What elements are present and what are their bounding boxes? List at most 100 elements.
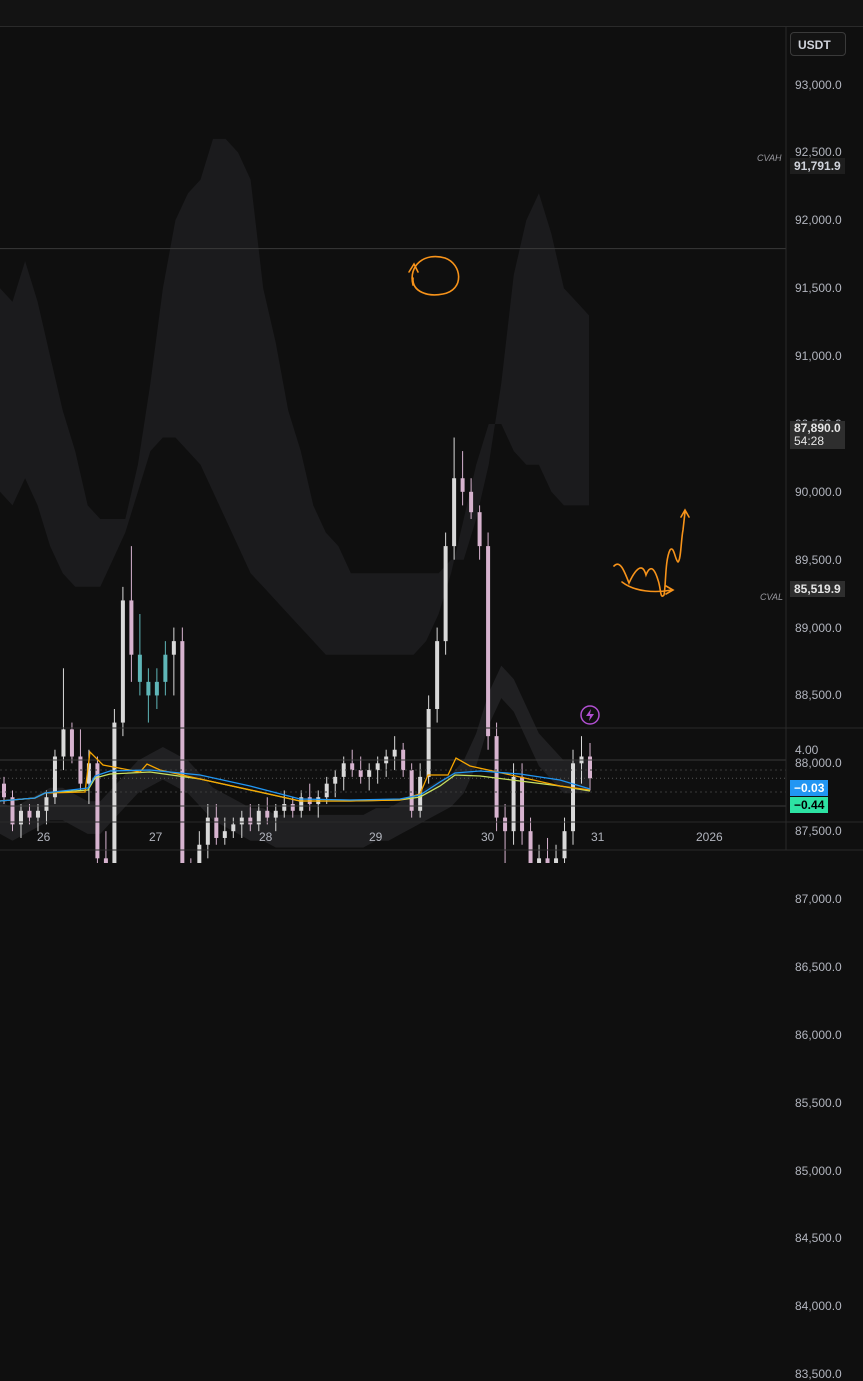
last-price-badge: 87,890.0 54:28: [790, 421, 845, 449]
candle-body: [562, 831, 567, 859]
candle-body: [239, 817, 244, 825]
lightning-icon[interactable]: [578, 703, 602, 727]
candle: [129, 546, 134, 682]
candle: [61, 668, 66, 771]
price-chart[interactable]: [0, 0, 863, 863]
candle: [350, 749, 355, 777]
time-tick-label: 27: [149, 830, 163, 844]
candle-body: [61, 729, 66, 757]
candle: [112, 709, 117, 863]
countdown-value: 54:28: [794, 434, 825, 448]
candle-body: [180, 641, 185, 863]
candle: [537, 844, 542, 863]
candle-body: [477, 512, 482, 547]
oscillator-green-badge: −0.44: [790, 797, 829, 813]
candle: [341, 756, 346, 791]
candle: [435, 627, 440, 723]
price-tick-label: 89,000.0: [795, 620, 842, 635]
candle-body: [163, 654, 168, 682]
candle-body: [103, 858, 108, 863]
candle: [571, 749, 576, 845]
time-tick-label: 31: [591, 830, 605, 844]
upper-band: [0, 138, 589, 655]
candle-body: [333, 776, 338, 784]
candle-body: [248, 817, 253, 825]
candle-body: [324, 783, 329, 798]
candle-body: [222, 831, 227, 838]
candle-body: [171, 641, 176, 655]
candle-body: [129, 600, 134, 655]
candle: [477, 505, 482, 560]
candle-body: [154, 681, 159, 696]
circle-annotation: [408, 255, 460, 296]
candle-body: [265, 810, 270, 818]
candle: [503, 804, 508, 863]
price-tick-label: 91,500.0: [795, 281, 842, 296]
price-tick-label: 88,000.0: [795, 756, 842, 771]
candle: [486, 532, 491, 750]
zigzag-arrow-annotation: [613, 508, 690, 597]
price-tick-label: 90,000.0: [795, 484, 842, 499]
candle-body: [10, 797, 15, 825]
candle-body: [112, 722, 117, 863]
candle-body: [137, 654, 142, 682]
price-tick-label: 85,500.0: [795, 1095, 842, 1110]
candle-body: [452, 478, 457, 547]
mid-band: [0, 665, 589, 848]
candle-body: [214, 817, 219, 838]
price-tick-label: 86,500.0: [795, 959, 842, 974]
time-tick-label: 2026: [696, 830, 723, 844]
candle: [384, 749, 389, 777]
volume-bands: [0, 138, 589, 848]
price-tick-label: 86,000.0: [795, 1027, 842, 1042]
candle: [69, 722, 74, 764]
candle: [299, 790, 304, 818]
candle-body: [545, 858, 550, 863]
currency-button[interactable]: USDT: [790, 32, 846, 56]
candle-body: [35, 810, 40, 818]
candle-body: [426, 709, 431, 777]
candle-body: [503, 817, 508, 832]
oscillator-blue-badge: −0.03: [790, 780, 829, 796]
price-tick-label: 93,000.0: [795, 77, 842, 92]
candle: [460, 451, 465, 506]
candle: [494, 722, 499, 832]
time-tick-label: 30: [481, 830, 495, 844]
candle: [180, 627, 185, 863]
candle-body: [44, 797, 49, 811]
time-tick-label: 28: [259, 830, 273, 844]
cval-value-badge: 85,519.9: [790, 581, 845, 597]
candle: [171, 627, 176, 696]
price-tick-label: 87,000.0: [795, 892, 842, 907]
candle-body: [443, 546, 448, 642]
cvah-label: CVAH: [757, 153, 782, 163]
candle: [452, 437, 457, 560]
candle: [307, 783, 312, 811]
candle-body: [282, 804, 287, 811]
candle-body: [273, 810, 278, 818]
candle: [333, 770, 338, 798]
candle: [409, 763, 414, 818]
candle: [367, 763, 372, 791]
candle-body: [27, 810, 32, 818]
candle: [316, 790, 321, 818]
candle-body: [392, 749, 397, 757]
candle-body: [197, 844, 202, 863]
time-tick-label: 26: [37, 830, 51, 844]
candle-body: [494, 736, 499, 818]
candle-body: [486, 546, 491, 737]
candle-body: [554, 858, 559, 863]
candle-body: [469, 491, 474, 513]
candle-body: [367, 770, 372, 777]
candle-body: [358, 770, 363, 777]
candle: [562, 817, 567, 863]
price-tick-label: 87,500.0: [795, 824, 842, 839]
candle-body: [375, 763, 380, 771]
price-tick-label: 89,500.0: [795, 552, 842, 567]
price-tick-label: 92,000.0: [795, 213, 842, 228]
candle: [120, 586, 125, 737]
oscillator-top-value: 4.00: [795, 743, 819, 757]
cval-label: CVAL: [760, 592, 784, 602]
price-tick-label: 91,000.0: [795, 349, 842, 364]
candle-body: [350, 763, 355, 771]
